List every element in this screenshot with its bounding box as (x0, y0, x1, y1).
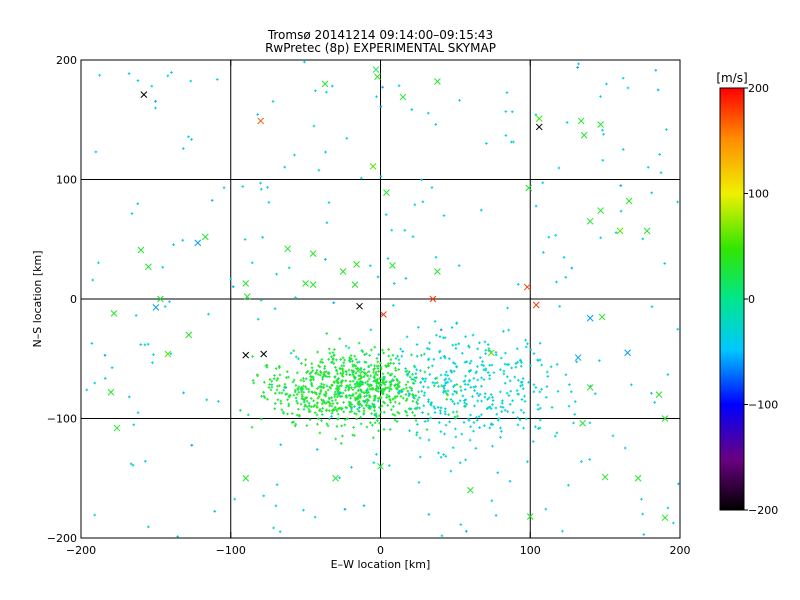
scatter-point (661, 514, 669, 522)
scatter-point (383, 189, 390, 196)
x-axis-label: E–W location [km] (331, 558, 431, 571)
scatter-point (110, 309, 118, 317)
scatter-point (523, 283, 531, 291)
colorbar-tick-label: −100 (748, 399, 778, 412)
scatter-point (356, 302, 363, 310)
scatter-point (535, 123, 543, 131)
scatter-point (487, 349, 495, 357)
scatter-point (260, 350, 268, 358)
scatter-point (339, 268, 347, 275)
skymap-chart: −200 −100 0 100 200 −200 −100 0 100 200 E–W locat… (31, 54, 778, 571)
scatter-point (113, 424, 121, 432)
scatter-point (624, 349, 631, 357)
colorbar: [m/s] 200 100 0 −100 −200 (716, 71, 778, 517)
scatter-point (574, 354, 582, 361)
colorbar-label: [m/s] (716, 71, 747, 85)
scatter-point (616, 227, 624, 235)
scatter-point (643, 227, 651, 235)
scatter-point (201, 233, 209, 241)
scatter-point (598, 313, 606, 321)
scatter-point (434, 268, 441, 275)
y-tick-label: 0 (70, 293, 77, 306)
scatter-point (597, 121, 604, 128)
scatter-point (586, 217, 594, 225)
scatter-point (321, 80, 329, 88)
y-tick-label: 200 (56, 54, 77, 67)
scatter-point (597, 207, 604, 214)
x-tick-label: 200 (670, 544, 691, 557)
scatter-point (242, 351, 250, 359)
x-tick-label: 0 (377, 544, 384, 557)
scatter-point (302, 280, 309, 287)
scatter-point (242, 474, 250, 482)
scatter-point (535, 115, 543, 122)
scatter-point (580, 131, 588, 139)
scatter-markers (107, 66, 669, 522)
axis-ticks: −200 −100 0 100 200 −200 −100 0 100 200 (47, 54, 691, 557)
scatter-point (242, 280, 250, 287)
scatter-point (284, 245, 292, 253)
scatter-point (194, 239, 202, 247)
colorbar-tick-label: 100 (748, 188, 769, 201)
scatter-point (185, 331, 193, 339)
x-tick-label: −200 (66, 544, 96, 557)
scatter-point (655, 391, 663, 398)
scatter-point (257, 117, 265, 125)
scatter-point (332, 474, 339, 482)
scatter-point (586, 314, 594, 322)
x-tick-label: −100 (216, 544, 246, 557)
scatter-point (634, 474, 642, 482)
y-tick-label: −200 (47, 532, 77, 545)
scatter-point (137, 246, 145, 254)
colorbar-tick-label: 200 (748, 82, 769, 95)
y-tick-label: 100 (56, 174, 77, 187)
scatter-point (309, 250, 317, 257)
scatter-point (353, 260, 360, 268)
scatter-point (525, 184, 533, 192)
scatter-point (369, 163, 377, 170)
colorbar-tick-label: −200 (748, 504, 778, 517)
scatter-point (351, 281, 359, 289)
scatter-point (145, 263, 152, 271)
scatter-point (399, 93, 407, 101)
x-tick-label: 100 (520, 544, 541, 557)
scatter-point (579, 419, 587, 427)
scatter-point (532, 301, 540, 309)
scatter-point (601, 473, 609, 481)
scatter-point (372, 66, 380, 73)
colorbar-tick-label: 0 (748, 293, 755, 306)
scatter-point (577, 117, 585, 125)
scatter-point (107, 388, 115, 396)
scatter-point (374, 73, 381, 81)
scatter-point (625, 197, 633, 205)
scatter-point (434, 78, 441, 85)
scatter-point (140, 91, 148, 99)
scatter-point (466, 486, 474, 494)
y-axis-label: N–S location [km] (31, 250, 44, 347)
scatter-point (389, 262, 396, 269)
y-tick-label: −100 (47, 413, 77, 426)
colorbar-ticks: 200 100 0 −100 −200 (744, 82, 778, 517)
scatter-point (152, 304, 160, 311)
colorbar-gradient (719, 87, 745, 511)
scatter-point (309, 281, 317, 289)
